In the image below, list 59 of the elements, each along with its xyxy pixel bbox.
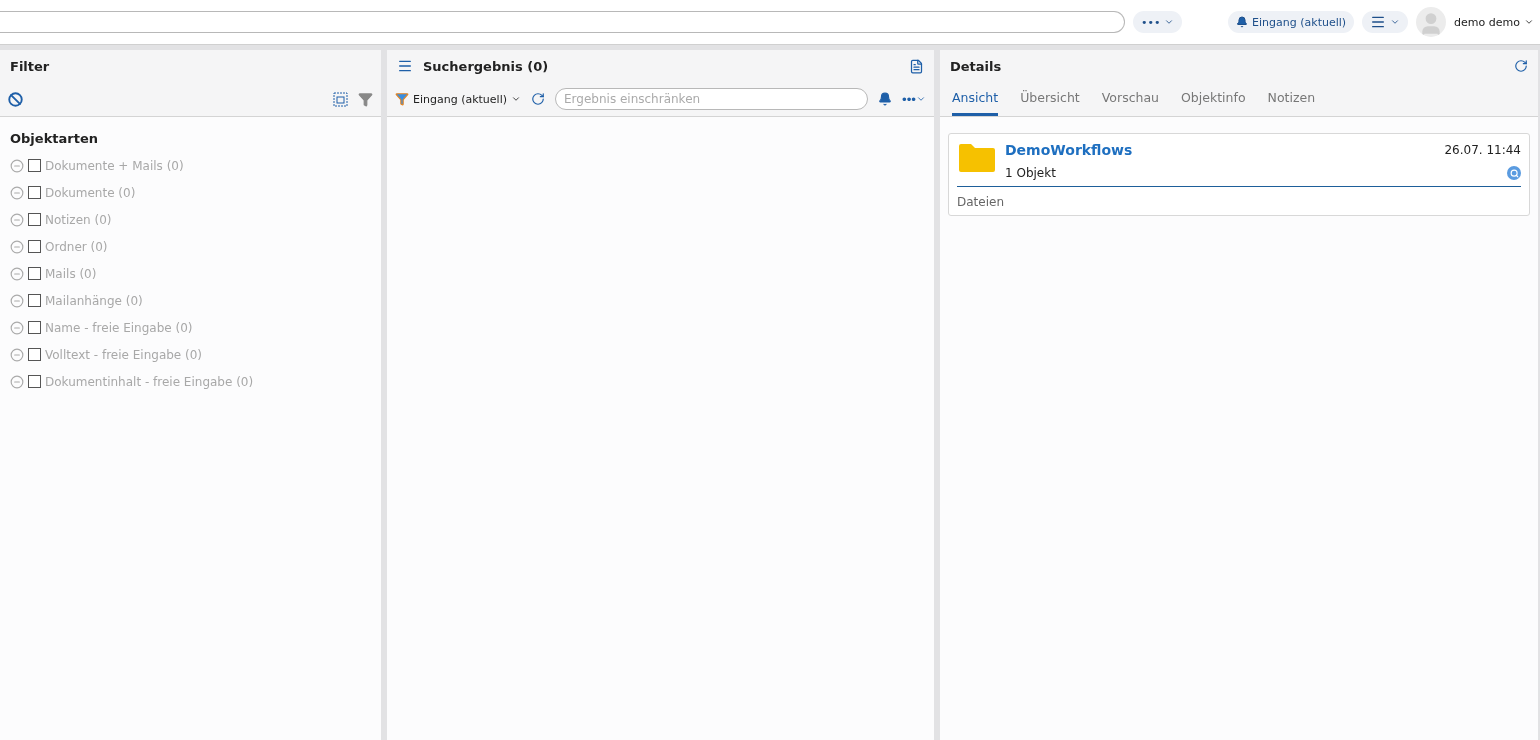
caret-icon xyxy=(511,94,521,104)
checkbox[interactable] xyxy=(28,240,41,253)
search-icon[interactable] xyxy=(1507,166,1521,180)
filter-label: Dokumente (0) xyxy=(45,185,136,200)
add-filter-icon[interactable] xyxy=(358,91,373,107)
more-button[interactable]: ••• xyxy=(1133,11,1183,33)
tab[interactable]: Notizen xyxy=(1267,82,1316,116)
document-icon[interactable] xyxy=(909,58,924,74)
caret-icon xyxy=(916,94,926,104)
object-count: 1 Objekt xyxy=(1005,166,1056,180)
tab[interactable]: Übersicht xyxy=(1020,82,1080,116)
folder-icon xyxy=(957,142,997,174)
more-button[interactable]: ••• xyxy=(902,91,926,107)
caret-icon xyxy=(1164,17,1175,27)
bell-icon xyxy=(1236,16,1249,28)
checkbox[interactable] xyxy=(28,294,41,307)
caret-icon xyxy=(1524,17,1534,27)
checkbox[interactable] xyxy=(28,186,41,199)
section-label: Dateien xyxy=(957,194,1005,209)
checkbox[interactable] xyxy=(28,348,41,361)
bell-icon[interactable] xyxy=(878,92,892,106)
checkbox[interactable] xyxy=(28,159,41,172)
refresh-icon[interactable] xyxy=(531,92,545,106)
filter-label: Notizen (0) xyxy=(45,212,112,227)
funnel-icon xyxy=(395,92,409,106)
panel-title: Suchergebnis (0) xyxy=(423,58,550,74)
checkbox[interactable] xyxy=(28,321,41,334)
source-dropdown[interactable]: Eingang (aktuell) xyxy=(395,92,521,106)
notification-button[interactable]: Eingang (aktuell) xyxy=(1228,11,1355,33)
select-area-icon[interactable] xyxy=(333,91,348,107)
filter-label: Dokumentinhalt - freie Eingabe (0) xyxy=(45,374,254,389)
date-text: 26.07. 11:44 xyxy=(1444,143,1521,157)
filter-label: Name - freie Eingabe (0) xyxy=(45,320,193,335)
menu-button[interactable] xyxy=(1362,11,1409,33)
menu-icon[interactable] xyxy=(397,58,413,74)
tab[interactable]: Ansicht xyxy=(952,82,999,116)
section-heading: Objektarten xyxy=(9,130,99,148)
result-card[interactable]: DemoWorkflows 26.07. 11:44 1 Objekt Dateien xyxy=(948,133,1530,216)
checkbox[interactable] xyxy=(28,213,41,226)
search-field[interactable] xyxy=(0,11,1125,33)
filter-label: Dokumente + Mails (0) xyxy=(45,158,184,173)
filter-label: Ordner (0) xyxy=(45,239,108,254)
filter-label: Volltext - freie Eingabe (0) xyxy=(45,347,203,362)
menu-icon xyxy=(1370,14,1387,30)
object-name[interactable]: DemoWorkflows xyxy=(1005,142,1133,158)
filter-label: Mails (0) xyxy=(45,266,97,281)
user-menu[interactable]: demo demo xyxy=(1454,15,1534,29)
search-field[interactable]: Ergebnis einschränken xyxy=(555,88,868,110)
panel-title: Filter xyxy=(10,58,51,74)
checkbox[interactable] xyxy=(28,267,41,280)
avatar xyxy=(1416,7,1447,37)
tab[interactable]: Objektinfo xyxy=(1181,82,1246,116)
filter-label: Mailanhänge (0) xyxy=(45,293,143,308)
clear-filter-icon[interactable] xyxy=(8,91,23,107)
caret-icon xyxy=(1390,17,1401,27)
checkbox[interactable] xyxy=(28,375,41,388)
tab[interactable]: Vorschau xyxy=(1101,82,1160,116)
refresh-icon[interactable] xyxy=(1514,59,1528,73)
panel-title: Details xyxy=(950,58,1003,74)
